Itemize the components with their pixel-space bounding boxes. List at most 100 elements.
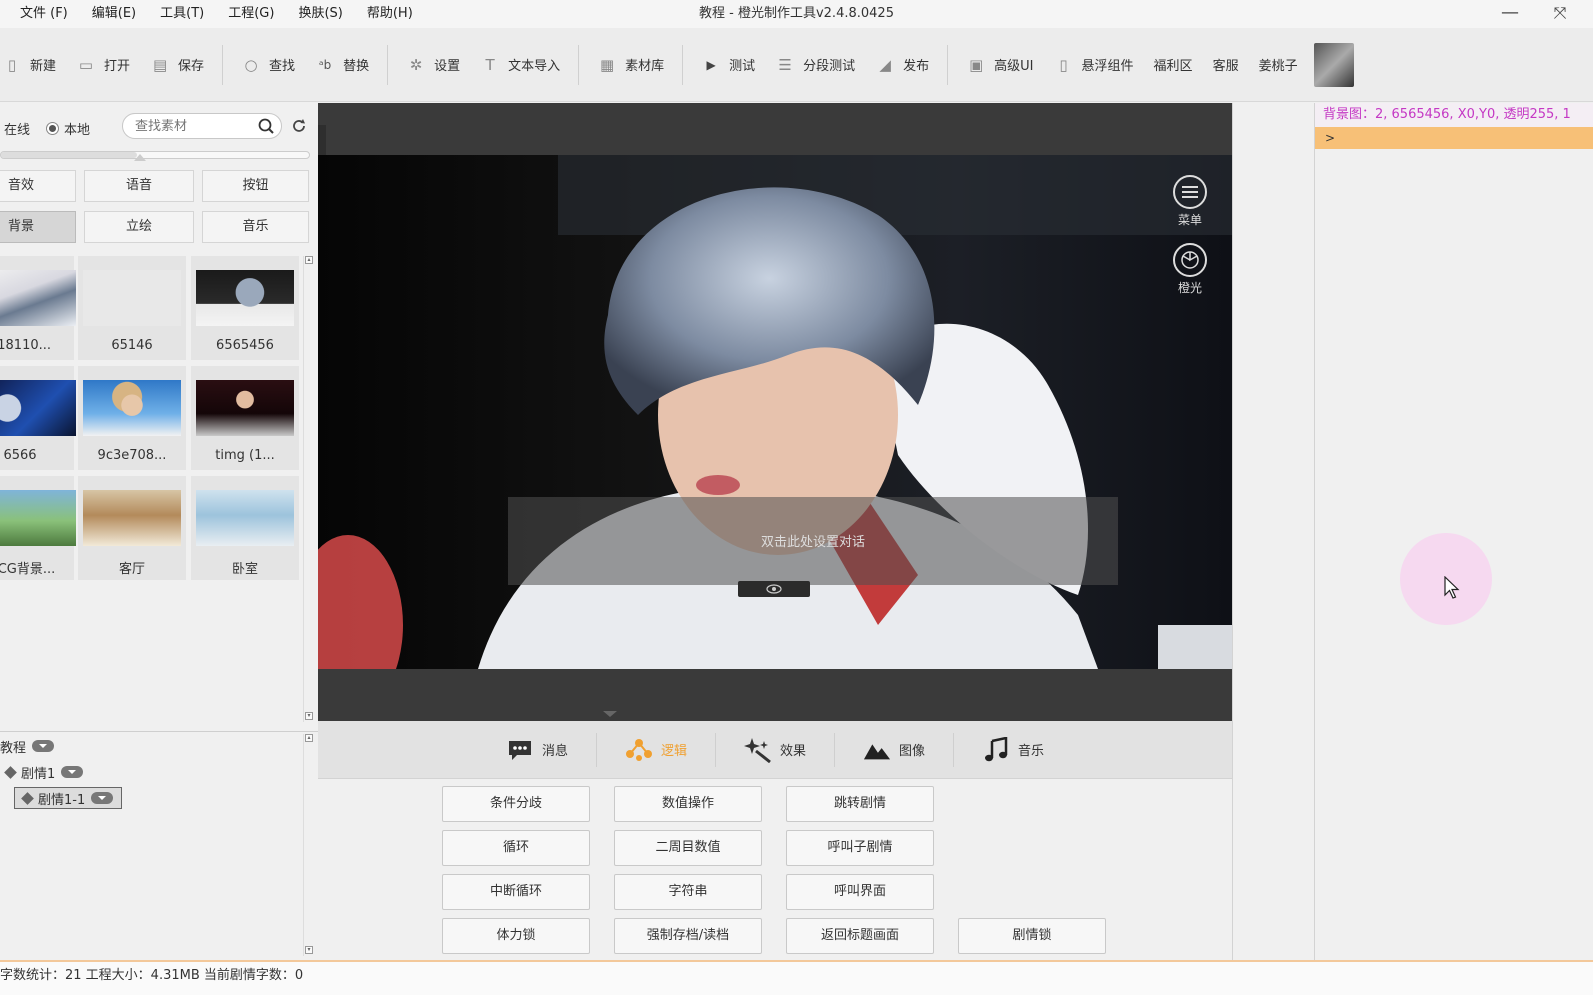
asset-thumb-label: 65146 xyxy=(111,338,153,353)
collapse-toggle-icon[interactable] xyxy=(61,766,84,778)
stage-orange-button[interactable]: 橙光 xyxy=(1170,243,1210,295)
category-sound-effect[interactable]: 音效 xyxy=(0,170,76,202)
script-insert-row[interactable]: > xyxy=(1315,127,1593,149)
stage-menu-button[interactable]: 菜单 xyxy=(1170,175,1210,227)
tab-image-label: 图像 xyxy=(899,744,926,759)
tab-image[interactable]: 图像 xyxy=(835,732,955,767)
new-file-icon: ▯ xyxy=(7,55,17,74)
asset-thumb[interactable]: 卧室 xyxy=(191,476,299,580)
asset-thumb[interactable]: 哥CG背景... xyxy=(0,476,76,580)
advanced-ui-button[interactable]: ▣ 高级UI xyxy=(956,45,1043,85)
message-bubble-icon xyxy=(506,737,534,763)
source-online-label: 在线 xyxy=(4,122,31,138)
cmd-return-title-button[interactable]: 返回标题画面 xyxy=(786,918,934,954)
restore-button[interactable]: ⤧ xyxy=(1540,0,1580,28)
scroll-down-icon[interactable]: ▾ xyxy=(305,712,313,720)
dialog-box[interactable]: 双击此处设置对话 xyxy=(508,497,1118,585)
segment-test-button[interactable]: ☰ 分段测试 xyxy=(765,45,865,85)
open-button[interactable]: ▭ 打开 xyxy=(66,45,140,85)
cmd-value-operation-button[interactable]: 数值操作 xyxy=(614,786,762,822)
script-line[interactable]: 背景图：2, 6565456, X0,Y0, 透明255, 1 xyxy=(1315,103,1593,127)
asset-thumb[interactable]: 018110... xyxy=(0,256,76,360)
cmd-scene-lock-button[interactable]: 剧情锁 xyxy=(958,918,1106,954)
asset-thumb[interactable]: 客厅 xyxy=(78,476,186,580)
collapse-toggle-icon[interactable] xyxy=(32,740,55,752)
publish-button[interactable]: ◢ 发布 xyxy=(865,45,939,85)
publish-icon: ◢ xyxy=(879,55,891,74)
open-folder-icon: ▭ xyxy=(78,55,94,74)
avatar[interactable] xyxy=(1313,42,1354,87)
cmd-jump-scene-button[interactable]: 跳转剧情 xyxy=(786,786,934,822)
tree-root[interactable]: 教程 xyxy=(0,736,55,756)
menu-help[interactable]: 帮助(H) xyxy=(355,0,425,28)
cmd-call-subscene-button[interactable]: 呼叫子剧情 xyxy=(786,830,934,866)
category-portrait[interactable]: 立绘 xyxy=(84,211,194,243)
dialog-visibility-toggle[interactable] xyxy=(738,581,810,597)
replace-icon: ᵃb xyxy=(318,57,332,72)
menu-file[interactable]: 文件 (F) xyxy=(8,0,80,28)
category-voice[interactable]: 语音 xyxy=(84,170,194,202)
settings-label: 设置 xyxy=(434,59,461,74)
asset-thumb[interactable]: 65146 xyxy=(78,256,186,360)
asset-thumb[interactable]: 6565456 xyxy=(191,256,299,360)
mouse-pointer-icon xyxy=(1444,576,1460,599)
cmd-call-interface-button[interactable]: 呼叫界面 xyxy=(786,874,934,910)
scroll-up-icon[interactable]: ▴ xyxy=(305,734,313,742)
minimize-button[interactable]: — xyxy=(1490,0,1530,28)
category-background[interactable]: 背景 xyxy=(0,211,76,243)
asset-thumb[interactable]: timg (1... xyxy=(191,366,299,470)
new-button[interactable]: ▯ 新建 xyxy=(0,45,66,85)
floating-widget-label: 悬浮组件 xyxy=(1081,59,1134,74)
cmd-string-button[interactable]: 字符串 xyxy=(614,874,762,910)
category-music[interactable]: 音乐 xyxy=(202,211,309,243)
source-local-radio[interactable]: 本地 xyxy=(46,119,90,138)
cmd-break-loop-button[interactable]: 中断循环 xyxy=(442,874,590,910)
stage-expand-caret-icon[interactable] xyxy=(603,711,617,717)
service-button[interactable]: 客服 xyxy=(1203,45,1249,85)
menu-edit[interactable]: 编辑(E) xyxy=(80,0,148,28)
scroll-down-icon[interactable]: ▾ xyxy=(305,946,313,954)
settings-button[interactable]: ✲ 设置 xyxy=(396,45,470,85)
search-icon[interactable] xyxy=(257,117,275,135)
asset-thumb-image xyxy=(196,380,294,436)
asset-thumb-label: 6565456 xyxy=(216,338,274,353)
asset-thumb-image xyxy=(0,270,76,326)
find-button[interactable]: ○ 查找 xyxy=(231,45,305,85)
welfare-button[interactable]: 福利区 xyxy=(1144,45,1203,85)
cmd-stamina-lock-button[interactable]: 体力锁 xyxy=(442,918,590,954)
tree-scene[interactable]: 剧情1-1 xyxy=(14,787,123,809)
tab-music[interactable]: 音乐 xyxy=(954,733,1072,767)
tree-chapter[interactable]: 剧情1 xyxy=(4,762,84,782)
cmd-loop-button[interactable]: 循环 xyxy=(442,830,590,866)
replace-button[interactable]: ᵃb 替换 xyxy=(305,45,379,85)
cmd-second-round-value-button[interactable]: 二周目数值 xyxy=(614,830,762,866)
status-text: 字数统计：21 工程大小：4.31MB 当前剧情字数：0 xyxy=(0,968,304,983)
import-text-button[interactable]: T 文本导入 xyxy=(470,45,570,85)
test-button[interactable]: ▶ 测试 xyxy=(691,45,765,85)
toolbar-separator xyxy=(222,44,224,85)
asset-thumb[interactable]: 9c3e708... xyxy=(78,366,186,470)
collapse-toggle-icon[interactable] xyxy=(91,792,114,804)
music-note-icon xyxy=(982,736,1010,763)
menu-tools[interactable]: 工具(T) xyxy=(148,0,216,28)
category-button[interactable]: 按钮 xyxy=(202,170,309,202)
library-button[interactable]: ▦ 素材库 xyxy=(587,45,674,85)
source-online-radio[interactable]: 在线 xyxy=(4,119,30,138)
user-button[interactable]: 姜桃子 xyxy=(1249,45,1308,85)
asset-thumb[interactable]: 6566 xyxy=(0,366,76,470)
import-text-icon: T xyxy=(485,55,495,74)
asset-scrollbar[interactable]: ▴ ▾ xyxy=(303,256,314,722)
menu-skin[interactable]: 换肤(S) xyxy=(286,0,354,28)
floating-widget-button[interactable]: ▯ 悬浮组件 xyxy=(1044,45,1144,85)
refresh-icon[interactable] xyxy=(290,117,308,135)
save-button[interactable]: ▤ 保存 xyxy=(140,45,214,85)
tree-scrollbar[interactable]: ▴ ▾ xyxy=(303,734,314,956)
asset-search-input[interactable] xyxy=(135,118,245,134)
tab-effect[interactable]: 效果 xyxy=(716,732,835,767)
cmd-conditional-branch-button[interactable]: 条件分歧 xyxy=(442,786,590,822)
tab-message[interactable]: 消息 xyxy=(478,732,597,767)
scroll-up-icon[interactable]: ▴ xyxy=(305,256,313,264)
cmd-force-save-load-button[interactable]: 强制存档/读档 xyxy=(614,918,762,954)
menu-project[interactable]: 工程(G) xyxy=(216,0,286,28)
tab-logic[interactable]: 逻辑 xyxy=(597,732,716,767)
